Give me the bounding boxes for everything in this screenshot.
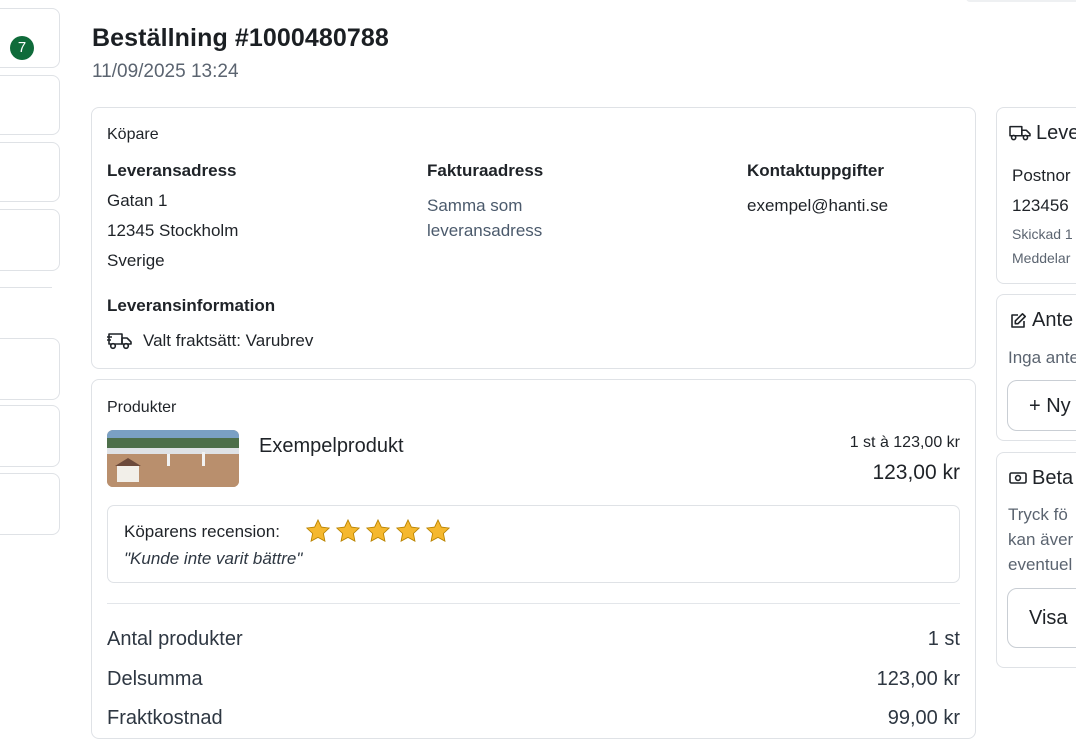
shipping-address-heading: Leveransadress [107, 161, 237, 180]
products-section-title: Produkter [107, 399, 177, 416]
star-icon [425, 518, 451, 543]
shipping-address-line: Sverige [107, 251, 165, 270]
summary-divider [107, 603, 960, 604]
delivery-card-title: Leve [1036, 122, 1076, 144]
review-label: Köparens recension: [124, 522, 280, 541]
order-count-badge: 7 [10, 36, 34, 60]
review-text: "Kunde inte varit bättre" [124, 549, 303, 568]
billing-address-line: leveransadress [427, 221, 543, 240]
payment-text-line: kan äver [1008, 530, 1074, 549]
nav-item[interactable] [0, 405, 60, 467]
show-payment-button[interactable]: Visa [1007, 588, 1076, 648]
summary-row: Delsumma 123,00 kr [107, 668, 960, 691]
carrier-label: Postnor [1012, 166, 1071, 185]
nav-item-orders[interactable]: 7 [0, 8, 60, 68]
tracking-number[interactable]: 123456 [1012, 196, 1069, 216]
notification-status: Meddelar [1012, 250, 1071, 266]
summary-label: Fraktkostnad [107, 707, 223, 729]
payment-card-title: Beta [1032, 467, 1074, 489]
star-icon [305, 518, 331, 543]
payment-text-line: eventuel [1008, 555, 1073, 574]
star-icon [365, 518, 391, 543]
product-unit-price: 1 st à 123,00 kr [849, 434, 960, 451]
summary-value: 1 st [927, 628, 960, 650]
contact-email[interactable]: exempel@hanti.se [747, 196, 888, 216]
contact-heading: Kontaktuppgifter [747, 161, 884, 180]
nav-item[interactable] [0, 75, 60, 135]
show-payment-button-label: Visa [1029, 607, 1068, 629]
truck-icon [107, 330, 133, 352]
review-box [107, 505, 960, 583]
summary-value: 123,00 kr [876, 668, 960, 690]
sent-status: Skickad 1 [1012, 226, 1073, 242]
order-datetime: 11/09/2025 13:24 [92, 61, 239, 82]
delivery-info-heading: Leveransinformation [107, 296, 276, 315]
new-note-button-label: + Ny [1029, 395, 1071, 417]
truck-icon [1008, 123, 1032, 143]
summary-label: Delsumma [107, 668, 203, 690]
product-total-price: 123,00 kr [872, 461, 960, 484]
nav-item[interactable] [0, 209, 60, 271]
nav-item[interactable] [0, 473, 60, 535]
summary-label: Antal produkter [107, 628, 243, 650]
notes-card-title: Ante [1032, 309, 1074, 331]
nav-divider [0, 287, 52, 288]
billing-address-heading: Fakturaadress [427, 161, 544, 180]
billing-address-line: Samma som [427, 196, 523, 215]
nav-item[interactable] [0, 338, 60, 400]
new-note-button[interactable]: + Ny [1007, 380, 1076, 431]
page-title: Beställning #1000480788 [92, 24, 389, 52]
nav-item[interactable] [0, 142, 60, 202]
shipping-address-line: Gatan 1 [107, 191, 168, 210]
top-bar-stub [966, 0, 1076, 2]
product-name[interactable]: Exempelprodukt [259, 435, 404, 458]
payment-text-line: Tryck fö [1008, 505, 1068, 524]
star-icon [335, 518, 361, 543]
delivery-method: Valt fraktsätt: Varubrev [143, 331, 314, 350]
buyer-section-title: Köpare [107, 126, 159, 143]
shipping-address-line: 12345 Stockholm [107, 221, 239, 240]
product-thumbnail[interactable] [107, 430, 239, 487]
review-rating [305, 518, 451, 544]
notes-empty-text: Inga ante [1008, 348, 1076, 367]
star-icon [395, 518, 421, 543]
edit-icon [1009, 312, 1027, 330]
summary-row: Antal produkter 1 st [107, 628, 960, 651]
cash-icon [1008, 469, 1028, 487]
